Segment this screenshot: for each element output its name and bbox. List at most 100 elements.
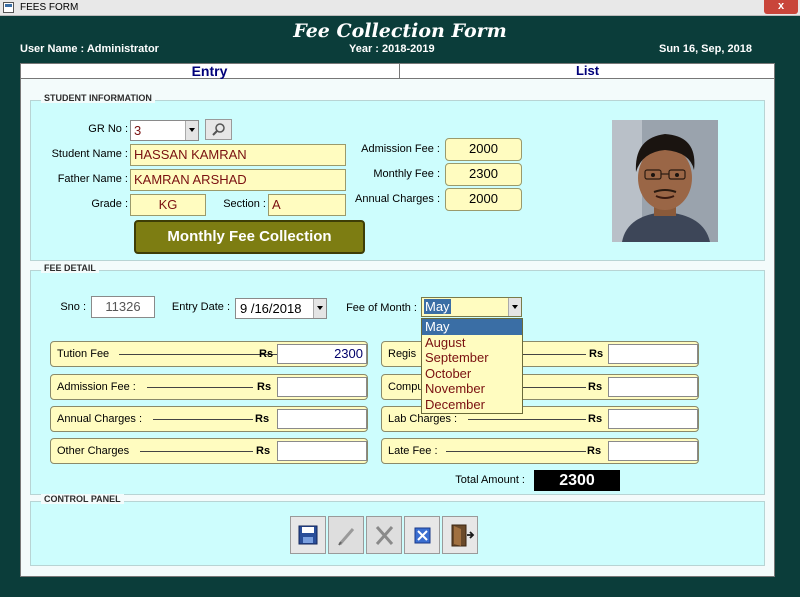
leader-line: [522, 387, 586, 388]
student-name-label: Student Name :: [51, 148, 128, 160]
edit-icon: [338, 528, 355, 546]
total-amount-label: Total Amount :: [455, 474, 525, 486]
form-title: Fee Collection Form: [293, 20, 507, 42]
monthly-fee-collection-button[interactable]: Monthly Fee Collection: [134, 220, 365, 254]
fee-row-tution: Tution Fee Rs 2300: [50, 341, 368, 367]
sno-field[interactable]: 11326: [91, 296, 155, 318]
late-fee-amount[interactable]: [608, 441, 698, 461]
chevron-down-icon[interactable]: [313, 299, 326, 318]
exit-icon: [451, 524, 475, 547]
entry-date-label: Entry Date :: [171, 301, 230, 313]
currency-label: Rs: [588, 381, 603, 393]
currency-label: Rs: [588, 413, 603, 425]
academic-year-label: Year : 2018-2019: [349, 43, 435, 55]
fee-row-late: Late Fee : Rs: [381, 438, 699, 464]
delete-icon: [375, 526, 394, 545]
total-amount-value: 2300: [534, 470, 620, 491]
currency-label: Rs: [259, 348, 274, 360]
annual-charges-amount[interactable]: [277, 409, 367, 429]
grno-label: GR No :: [88, 123, 128, 135]
exit-button[interactable]: [442, 516, 478, 554]
save-button[interactable]: [290, 516, 326, 554]
currency-label: Rs: [587, 445, 602, 457]
fee-row-label: Other Charges: [57, 445, 130, 457]
student-photo: [612, 120, 718, 242]
fee-row-annual: Annual Charges : Rs: [50, 406, 368, 432]
month-option[interactable]: May: [422, 319, 522, 335]
father-name-label: Father Name :: [57, 173, 128, 185]
grade-label: Grade :: [91, 198, 128, 210]
grno-value: 3: [134, 123, 142, 138]
fee-detail-title: FEE DETAIL: [41, 263, 99, 273]
currency-label: Rs: [256, 445, 271, 457]
search-button[interactable]: [205, 119, 232, 140]
fee-row-other: Other Charges Rs: [50, 438, 368, 464]
tution-fee-amount[interactable]: 2300: [277, 344, 367, 364]
leader-line: [140, 451, 253, 452]
month-option[interactable]: November: [422, 381, 522, 397]
sno-label: Sno :: [60, 301, 86, 313]
edit-button[interactable]: [328, 516, 364, 554]
fee-row-label: Late Fee :: [388, 445, 438, 457]
tab-list[interactable]: List: [399, 64, 775, 79]
user-name-label: User Name : Administrator: [20, 43, 159, 55]
month-option[interactable]: August: [422, 335, 522, 351]
fee-row-label: Annual Charges :: [57, 413, 142, 425]
student-name-field[interactable]: HASSAN KAMRAN: [130, 144, 346, 166]
fee-month-combobox[interactable]: May: [421, 297, 522, 317]
grno-combobox[interactable]: 3: [130, 120, 199, 141]
annual-charges-label: Annual Charges :: [355, 193, 440, 205]
fee-row-admission: Admission Fee : Rs: [50, 374, 368, 400]
currency-label: Rs: [255, 413, 270, 425]
computer-fee-amount[interactable]: [608, 377, 698, 397]
fee-month-value: May: [424, 299, 451, 314]
chevron-down-icon[interactable]: [508, 298, 521, 316]
month-dropdown-list: May August September October November De…: [421, 318, 523, 414]
admission-fee-amount[interactable]: [277, 377, 367, 397]
leader-line: [468, 419, 586, 420]
fee-row-label: Admission Fee :: [57, 381, 136, 393]
tab-strip: Entry List: [20, 63, 775, 79]
leader-line: [147, 387, 253, 388]
entry-date-picker[interactable]: 9 /16/2018: [235, 298, 327, 319]
annual-charges-field[interactable]: 2000: [445, 188, 522, 211]
fee-row-label: Tution Fee: [57, 348, 110, 360]
month-option[interactable]: September: [422, 350, 522, 366]
leader-line: [446, 451, 586, 452]
registration-fee-amount[interactable]: [608, 344, 698, 364]
fee-row-label: Lab Charges :: [388, 413, 458, 425]
delete-button[interactable]: [366, 516, 402, 554]
currency-label: Rs: [589, 348, 604, 360]
search-icon: [212, 123, 225, 136]
cancel-icon: [414, 527, 431, 544]
student-information-title: STUDENT INFORMATION: [41, 93, 155, 103]
save-icon: [298, 525, 318, 545]
fee-row-label: Compu: [388, 381, 424, 393]
section-field[interactable]: A: [268, 194, 346, 216]
monthly-fee-field[interactable]: 2300: [445, 163, 522, 186]
control-panel-title: CONTROL PANEL: [41, 494, 124, 504]
leader-line: [153, 419, 253, 420]
title-bar: FEES FORM x: [0, 0, 800, 16]
admission-fee-label: Admission Fee :: [361, 143, 440, 155]
leader-line: [522, 354, 586, 355]
window-title: FEES FORM: [20, 2, 79, 13]
chevron-down-icon[interactable]: [185, 121, 198, 140]
monthly-fee-label: Monthly Fee :: [373, 168, 440, 180]
tab-entry[interactable]: Entry: [21, 64, 398, 79]
entry-date-value: 9 /16/2018: [240, 301, 302, 316]
close-button[interactable]: x: [764, 0, 798, 14]
lab-charges-amount[interactable]: [608, 409, 698, 429]
admission-fee-field[interactable]: 2000: [445, 138, 522, 161]
app-icon: [3, 2, 14, 13]
cancel-button[interactable]: [404, 516, 440, 554]
grade-field[interactable]: KG: [130, 194, 206, 216]
fee-row-label: Regis: [388, 348, 417, 360]
month-option[interactable]: October: [422, 366, 522, 382]
father-name-field[interactable]: KAMRAN ARSHAD: [130, 169, 346, 191]
fee-month-label: Fee of Month :: [346, 302, 417, 314]
current-date-label: Sun 16, Sep, 2018: [659, 43, 752, 55]
other-charges-amount[interactable]: [277, 441, 367, 461]
month-option[interactable]: December: [422, 397, 522, 413]
currency-label: Rs: [257, 381, 272, 393]
